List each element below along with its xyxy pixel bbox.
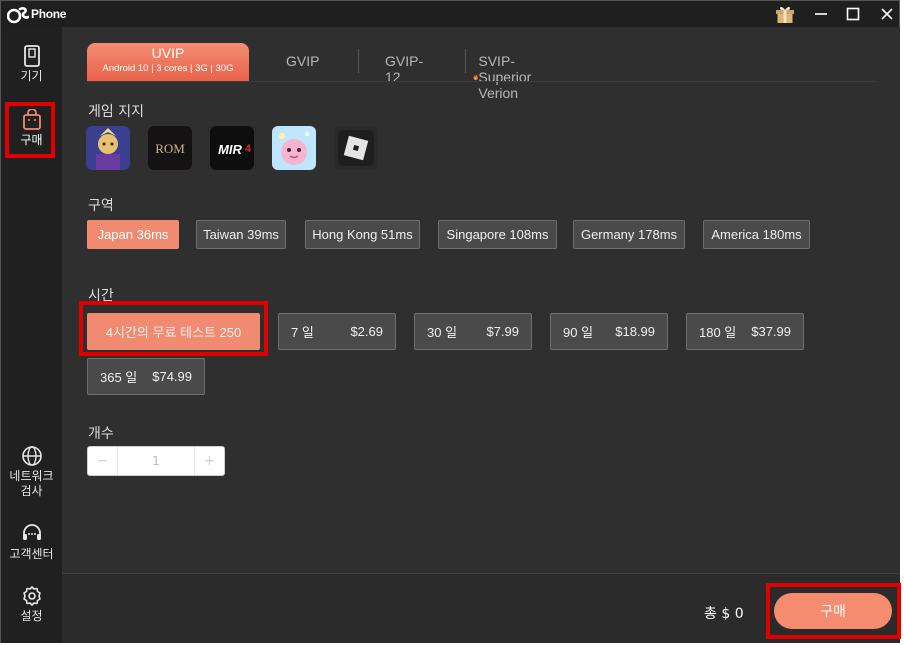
rom-game-icon: ROM [148,126,192,170]
tab-svip[interactable]: SVIP-Superior Verion [473,53,538,101]
time-option-price: $2.69 [350,324,383,339]
region-option-singapore[interactable]: Singapore 108ms [438,220,557,249]
time-option-price: $7.99 [486,324,519,339]
headset-icon [22,524,41,540]
title-bar: Phone [1,1,899,27]
sidebar: 기기 구매 네트워크 검사 고객센터 설정 [1,27,62,643]
tab-divider [465,49,466,73]
tab-uvip-title: UVIP [151,45,185,61]
tab-uvip-subtitle: Android 10 | 3 cores | 3G | 30G [102,63,234,74]
app-title: Phone [31,7,67,21]
sidebar-item-label-line2: 검사 [20,484,43,498]
sidebar-item-label-line1: 네트워크 [9,469,54,483]
sidebar-item-device[interactable]: 기기 [1,45,62,84]
quantity-decrease-button[interactable]: − [88,447,118,475]
minimize-icon [815,13,827,15]
mir4-game-icon: MIR 4 [210,126,254,170]
sidebar-item-label: 설정 [20,609,43,623]
time-option-label: 90 일 [563,325,594,340]
time-option-price: $37.99 [751,324,791,339]
gift-button[interactable] [773,3,797,25]
maximize-button[interactable] [841,3,865,25]
close-button[interactable] [875,3,899,25]
globe-icon [21,446,42,466]
quantity-input[interactable]: 1 [118,447,194,475]
app-logo: Phone [7,4,66,24]
games-section-title: 게임 지지 [88,104,144,120]
tab-gvip[interactable]: GVIP [286,53,319,69]
time-option-label: 365 일 [100,370,138,385]
time-option-label: 7 일 [291,325,314,340]
cute-game-icon [272,126,316,170]
highlight-purchase-nav [5,102,55,158]
highlight-buy-button [766,583,901,639]
time-option-365-days[interactable]: 365 일 $74.99 [87,358,205,395]
region-option-america[interactable]: America 180ms [703,220,810,249]
time-option-180-days[interactable]: 180 일 $37.99 [686,313,804,350]
tab-divider [358,49,359,73]
app-window: Phone 기기 구매 네트워크 검사 고객센터 설정 UVIP Android… [0,0,901,643]
minimize-button[interactable] [809,3,833,25]
quantity-section-title: 개수 [88,426,114,442]
time-option-price: $74.99 [152,369,192,384]
time-option-30-days[interactable]: 30 일 $7.99 [414,313,532,350]
time-option-90-days[interactable]: 90 일 $18.99 [550,313,668,350]
svg-text:4: 4 [245,143,252,155]
gift-icon [776,6,794,23]
total-price: 총 $ 0 [704,606,744,622]
sidebar-item-label: 기기 [20,69,43,83]
quantity-increase-button[interactable]: + [194,447,224,475]
region-option-japan[interactable]: Japan 36ms [87,220,179,249]
quantity-stepper: − 1 + [87,446,225,476]
region-section-title: 구역 [88,198,114,214]
sidebar-item-label: 고객센터 [9,547,54,561]
purchase-footer: 총 $ 0 구매 [62,573,901,643]
roblox-game-icon [334,126,378,170]
time-option-price: $18.99 [615,324,655,339]
app-logo-icon [7,7,29,24]
sidebar-item-customer-center[interactable]: 고객센터 [1,523,62,562]
region-option-taiwan[interactable]: Taiwan 39ms [196,220,286,249]
gear-icon [22,586,41,606]
region-option-germany[interactable]: Germany 178ms [573,220,685,249]
tab-underline [87,81,875,82]
sidebar-item-settings[interactable]: 설정 [1,585,62,624]
tab-uvip[interactable]: UVIP Android 10 | 3 cores | 3G | 30G [87,43,249,81]
time-option-7-days[interactable]: 7 일 $2.69 [278,313,396,350]
highlight-free-trial [79,301,268,356]
maximize-icon [846,7,860,21]
sidebar-item-network-check[interactable]: 네트워크 검사 [1,445,62,499]
purchase-panel: UVIP Android 10 | 3 cores | 3G | 30G GVI… [62,27,900,573]
close-icon [881,8,893,20]
svg-text:ROM: ROM [155,141,185,156]
time-option-label: 30 일 [427,325,458,340]
region-option-hong-kong[interactable]: Hong Kong 51ms [305,220,420,249]
phone-icon [23,45,40,67]
svg-text:MIR: MIR [218,142,242,157]
tab-svip-label: SVIP-Superior Verion [478,53,532,101]
time-option-label: 180 일 [699,325,737,340]
game-hero-icon [86,126,130,170]
